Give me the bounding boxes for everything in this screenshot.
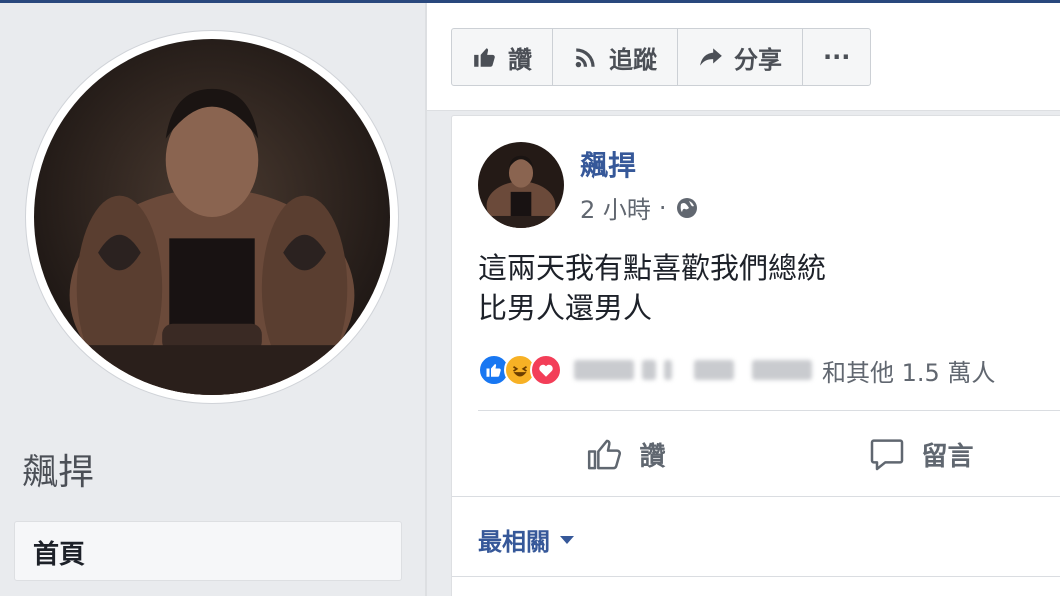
post-meta: 2 小時 ·	[580, 190, 699, 225]
thumbs-up-outline-icon	[588, 439, 622, 470]
follow-button[interactable]: 追蹤	[553, 29, 678, 85]
post-author-avatar[interactable]	[478, 142, 564, 228]
divider	[478, 410, 1060, 411]
author-avatar-image	[478, 142, 564, 228]
divider	[452, 576, 1060, 577]
post-like-label: 讚	[639, 441, 666, 472]
profile-photo-image	[34, 39, 390, 395]
comment-sort-dropdown[interactable]: 最相關	[478, 522, 574, 557]
post-text-line: 比男人還男人	[478, 291, 653, 325]
profile-picture[interactable]	[26, 31, 398, 403]
comment-bubble-icon	[871, 439, 904, 471]
more-dots-icon: ···	[823, 43, 851, 71]
share-label: 分享	[734, 45, 782, 74]
post-text-line: 這兩天我有點喜歡我們總統	[478, 251, 827, 285]
comment-label: 留言	[921, 441, 974, 472]
comment-button[interactable]: 留言	[773, 412, 1060, 496]
reaction-icons	[478, 354, 562, 386]
reactions-summary[interactable]: 和其他 1.5 萬人	[478, 352, 1060, 388]
share-arrow-icon	[700, 48, 722, 66]
page-name: 飆捍	[22, 452, 95, 493]
love-reaction-icon	[530, 354, 562, 386]
follow-label: 追蹤	[609, 45, 657, 74]
divider	[452, 496, 1060, 497]
page-action-bar: 讚 追蹤 分享 ···	[451, 28, 872, 86]
post-body: 這兩天我有點喜歡我們總統 比男人還男人	[478, 248, 826, 328]
blurred-names	[574, 355, 812, 385]
thumbs-up-icon	[474, 48, 495, 67]
reaction-count: 和其他 1.5 萬人	[822, 358, 996, 387]
post-author-name[interactable]: 飆捍	[580, 144, 636, 184]
main-column: 讚 追蹤 分享 ··· 飆捍 2 小時 · 這兩天我有點喜歡我們總統 比男人還男…	[427, 3, 1060, 596]
page-like-label: 讚	[508, 45, 532, 74]
more-options-button[interactable]: ···	[803, 29, 870, 85]
post-timestamp[interactable]: 2 小時	[580, 190, 651, 225]
page-action-bar-container: 讚 追蹤 分享 ···	[427, 3, 1060, 111]
meta-separator: ·	[658, 193, 667, 222]
post-card: 飆捍 2 小時 · 這兩天我有點喜歡我們總統 比男人還男人 和其他 1.5 萬人…	[451, 115, 1060, 596]
globe-icon[interactable]	[675, 196, 699, 220]
left-sidebar: 飆捍 首頁	[0, 3, 425, 596]
caret-down-icon	[560, 535, 574, 544]
rss-icon	[575, 48, 595, 68]
post-actions: 讚 留言	[478, 412, 1060, 496]
share-button[interactable]: 分享	[678, 29, 803, 85]
sort-label: 最相關	[478, 528, 550, 556]
home-nav-item[interactable]: 首頁	[14, 521, 402, 581]
page-like-button[interactable]: 讚	[452, 29, 553, 85]
post-like-button[interactable]: 讚	[478, 412, 773, 496]
